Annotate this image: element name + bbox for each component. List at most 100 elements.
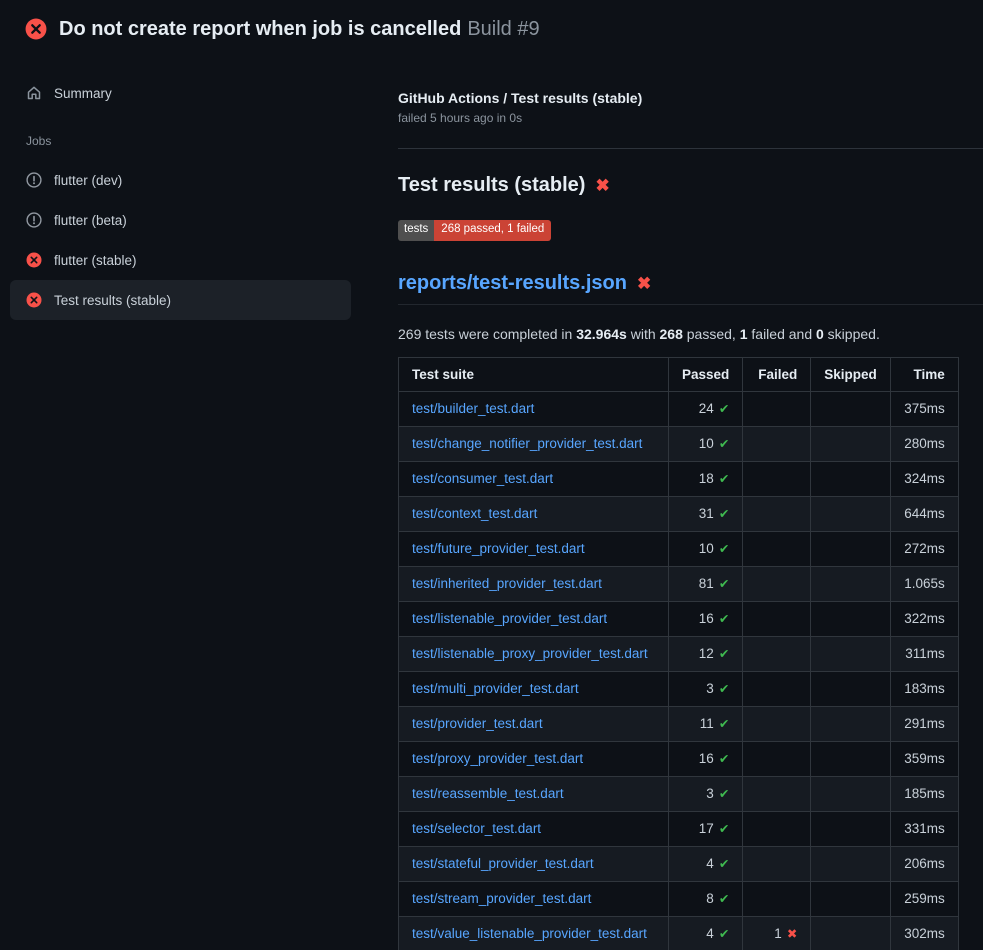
test-suite-link[interactable]: test/stateful_provider_test.dart [412,856,594,871]
test-suite-link[interactable]: test/multi_provider_test.dart [412,681,579,696]
summary-label: Summary [54,86,112,101]
time-cell: 291ms [890,706,958,741]
passed-cell: 24✔ [669,391,743,426]
failed-cell [743,811,811,846]
badge-value: 268 passed, 1 failed [434,220,551,241]
skipped-cell [811,881,891,916]
count-value: 16 [699,611,714,626]
failed-cell [743,601,811,636]
column-header: Skipped [811,357,891,391]
test-suite-link[interactable]: test/provider_test.dart [412,716,543,731]
test-suite-link[interactable]: test/future_provider_test.dart [412,541,585,556]
failed-cell [743,881,811,916]
job-label: flutter (stable) [54,253,137,268]
count-value: 3 [706,681,714,696]
skipped-cell [811,706,891,741]
test-suite-link[interactable]: test/consumer_test.dart [412,471,553,486]
count-value: 8 [706,891,714,906]
skipped-cell [811,671,891,706]
failed-cell [743,496,811,531]
suite-cell: test/stateful_provider_test.dart [399,846,669,881]
sidebar-job-item[interactable]: flutter (dev) [10,160,351,200]
layout: Summary Jobs flutter (dev) flutter (beta)… [0,56,983,950]
test-suite-link[interactable]: test/listenable_proxy_provider_test.dart [412,646,648,661]
skipped-cell [811,391,891,426]
count-value: 10 [699,436,714,451]
count-value: 16 [699,751,714,766]
table-row: test/proxy_provider_test.dart16✔359ms [399,741,959,776]
skipped-cell [811,566,891,601]
passed-cell: 4✔ [669,916,743,950]
test-suite-link[interactable]: test/proxy_provider_test.dart [412,751,583,766]
suite-cell: test/reassemble_test.dart [399,776,669,811]
sidebar-job-item[interactable]: flutter (beta) [10,200,351,240]
time-cell: 375ms [890,391,958,426]
job-label: flutter (beta) [54,213,127,228]
passed-cell: 31✔ [669,496,743,531]
suite-cell: test/proxy_provider_test.dart [399,741,669,776]
test-suite-link[interactable]: test/stream_provider_test.dart [412,891,591,906]
page-header: Do not create report when job is cancell… [0,0,983,56]
check-icon: ✔ [719,857,729,871]
test-suite-link[interactable]: test/builder_test.dart [412,401,534,416]
page-title: Do not create report when job is cancell… [59,18,540,41]
check-icon: ✔ [719,822,729,836]
column-header: Failed [743,357,811,391]
test-suite-link[interactable]: test/listenable_provider_test.dart [412,611,607,626]
passed-cell: 12✔ [669,636,743,671]
table-row: test/stream_provider_test.dart8✔259ms [399,881,959,916]
sidebar-item-summary[interactable]: Summary [10,73,351,113]
failed-x-icon: ✖ [595,177,609,194]
table-row: test/consumer_test.dart18✔324ms [399,461,959,496]
check-icon: ✔ [719,892,729,906]
test-suite-link[interactable]: test/inherited_provider_test.dart [412,576,602,591]
skipped-cell [811,776,891,811]
passed-cell: 10✔ [669,426,743,461]
check-icon: ✔ [719,472,729,486]
test-suite-link[interactable]: test/context_test.dart [412,506,537,521]
table-row: test/selector_test.dart17✔331ms [399,811,959,846]
check-icon: ✔ [719,542,729,556]
suite-cell: test/consumer_test.dart [399,461,669,496]
suite-cell: test/inherited_provider_test.dart [399,566,669,601]
count-value: 31 [699,506,714,521]
failed-cell [743,706,811,741]
test-suite-link[interactable]: test/value_listenable_provider_test.dart [412,926,647,941]
passed-cell: 17✔ [669,811,743,846]
column-header: Time [890,357,958,391]
test-summary-line: 269 tests were completed in 32.964s with… [398,326,983,342]
report-link[interactable]: reports/test-results.json [398,272,627,295]
passed-cell: 3✔ [669,776,743,811]
jobs-section-label: Jobs [10,113,351,160]
test-results-table: Test suitePassedFailedSkippedTime test/b… [398,357,959,950]
sidebar-job-item[interactable]: flutter (stable) [10,240,351,280]
check-title: Do not create report when job is cancell… [59,18,461,40]
summary-part: with [627,326,660,342]
failed-cell [743,426,811,461]
time-cell: 322ms [890,601,958,636]
suite-cell: test/value_listenable_provider_test.dart [399,916,669,950]
check-run-page: Do not create report when job is cancell… [0,0,983,950]
table-row: test/future_provider_test.dart10✔272ms [399,531,959,566]
main-content: GitHub Actions / Test results (stable) f… [398,56,983,950]
failed-cell [743,461,811,496]
time-cell: 302ms [890,916,958,950]
skipped-cell [811,916,891,950]
skipped-cell [811,461,891,496]
column-header: Test suite [399,357,669,391]
test-suite-link[interactable]: test/reassemble_test.dart [412,786,564,801]
count-value: 11 [700,716,714,731]
test-suite-link[interactable]: test/change_notifier_provider_test.dart [412,436,642,451]
build-number: Build #9 [467,18,539,40]
sidebar-job-item[interactable]: Test results (stable) [10,280,351,320]
summary-part: passed, [683,326,740,342]
passed-cell: 81✔ [669,566,743,601]
time-cell: 206ms [890,846,958,881]
test-suite-link[interactable]: test/selector_test.dart [412,821,541,836]
failed-cell [743,531,811,566]
table-row: test/provider_test.dart11✔291ms [399,706,959,741]
time-cell: 185ms [890,776,958,811]
cancelled-icon [26,172,42,188]
passed-cell: 16✔ [669,601,743,636]
suite-cell: test/change_notifier_provider_test.dart [399,426,669,461]
